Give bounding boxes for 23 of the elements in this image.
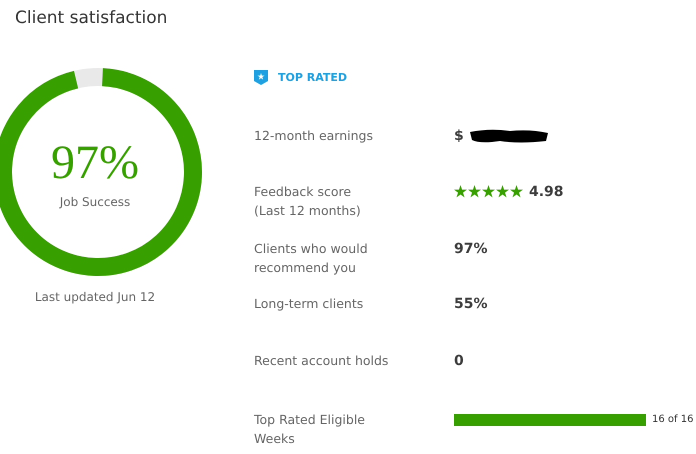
- rating-value: 4.98: [529, 184, 564, 200]
- star-shield-icon: [254, 70, 268, 84]
- metric-value: 55%: [454, 296, 488, 312]
- metric-value: $: [454, 128, 464, 144]
- last-updated-text: Last updated Jun 12: [34, 290, 156, 304]
- metric-label: Feedback score (Last 12 months): [254, 183, 362, 220]
- section-title: Client satisfaction: [14, 7, 168, 28]
- success-label: Job Success: [60, 195, 130, 209]
- top-rated-label: TOP RATED: [278, 70, 348, 84]
- success-percent: 97%: [51, 139, 139, 187]
- star-icon: [468, 185, 481, 198]
- star-icon: [482, 185, 495, 198]
- star-icon: [510, 185, 523, 198]
- metric-value: 0: [454, 352, 464, 368]
- metric-value: 97%: [454, 240, 488, 256]
- metric-label: Top Rated Eligible Weeks: [254, 411, 366, 448]
- weeks-count: 16 of 16: [652, 414, 694, 425]
- star-icon: [496, 185, 509, 198]
- metric-label: Recent account holds: [254, 352, 390, 370]
- metric-label: 12-month earnings: [254, 127, 374, 145]
- metric-label: Clients who would recommend you: [254, 240, 369, 277]
- metric-label: Long-term clients: [254, 295, 364, 313]
- star-icon: [454, 185, 467, 198]
